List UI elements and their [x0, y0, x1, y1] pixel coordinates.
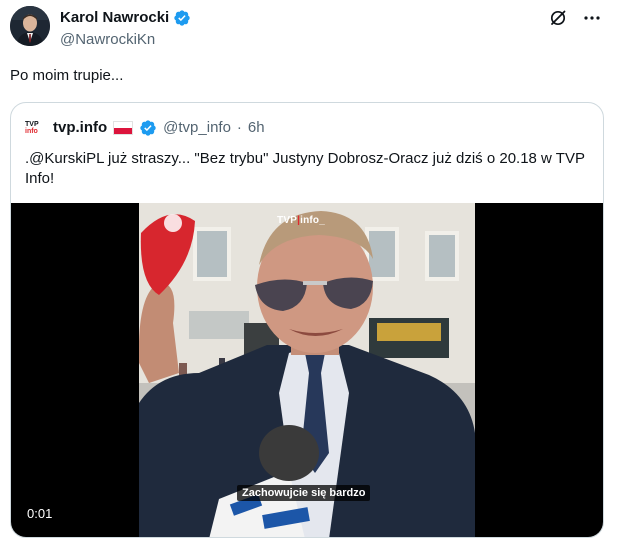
- poland-flag-icon: [113, 121, 134, 135]
- quoted-avatar-bottom: info: [25, 128, 38, 135]
- header-actions: [548, 8, 602, 28]
- grok-icon[interactable]: [548, 8, 568, 28]
- tvp-info-logo: TVP|info_: [277, 215, 325, 226]
- tweet: Karol Nawrocki @NawrockiKn Po moim trupi…: [0, 0, 620, 549]
- author-avatar[interactable]: [10, 6, 50, 46]
- verified-badge-icon: [173, 9, 191, 27]
- quoted-header: TVP info tvp.info @tvp_info · 6h: [25, 117, 265, 139]
- quoted-avatar[interactable]: TVP info: [25, 117, 47, 139]
- more-icon[interactable]: [582, 8, 602, 28]
- quoted-display-name[interactable]: tvp.info: [53, 118, 107, 138]
- quoted-time[interactable]: 6h: [248, 118, 265, 138]
- video-player[interactable]: TVP|info_ Zachowujcie się bardzo 0:01: [11, 203, 603, 537]
- quoted-verified-badge-icon: [139, 119, 157, 137]
- author-handle[interactable]: @NawrockiKn: [60, 30, 191, 50]
- tvp-logo-left: TVP: [277, 215, 298, 226]
- quoted-separator: ·: [236, 119, 242, 136]
- tweet-text: Po moim trupie...: [10, 67, 124, 84]
- author-info: Karol Nawrocki @NawrockiKn: [60, 8, 191, 50]
- video-timestamp: 0:01: [27, 506, 53, 521]
- quoted-avatar-top: TVP: [25, 121, 39, 128]
- tvp-logo-right: info_: [300, 215, 325, 226]
- author-display-name[interactable]: Karol Nawrocki: [60, 8, 169, 28]
- quoted-tweet[interactable]: TVP info tvp.info @tvp_info · 6h .@Kursk…: [10, 102, 604, 538]
- quoted-handle[interactable]: @tvp_info: [163, 118, 231, 138]
- video-caption: Zachowujcie się bardzo: [237, 485, 371, 501]
- quoted-text: .@KurskiPL już straszy... "Bez trybu" Ju…: [25, 150, 585, 187]
